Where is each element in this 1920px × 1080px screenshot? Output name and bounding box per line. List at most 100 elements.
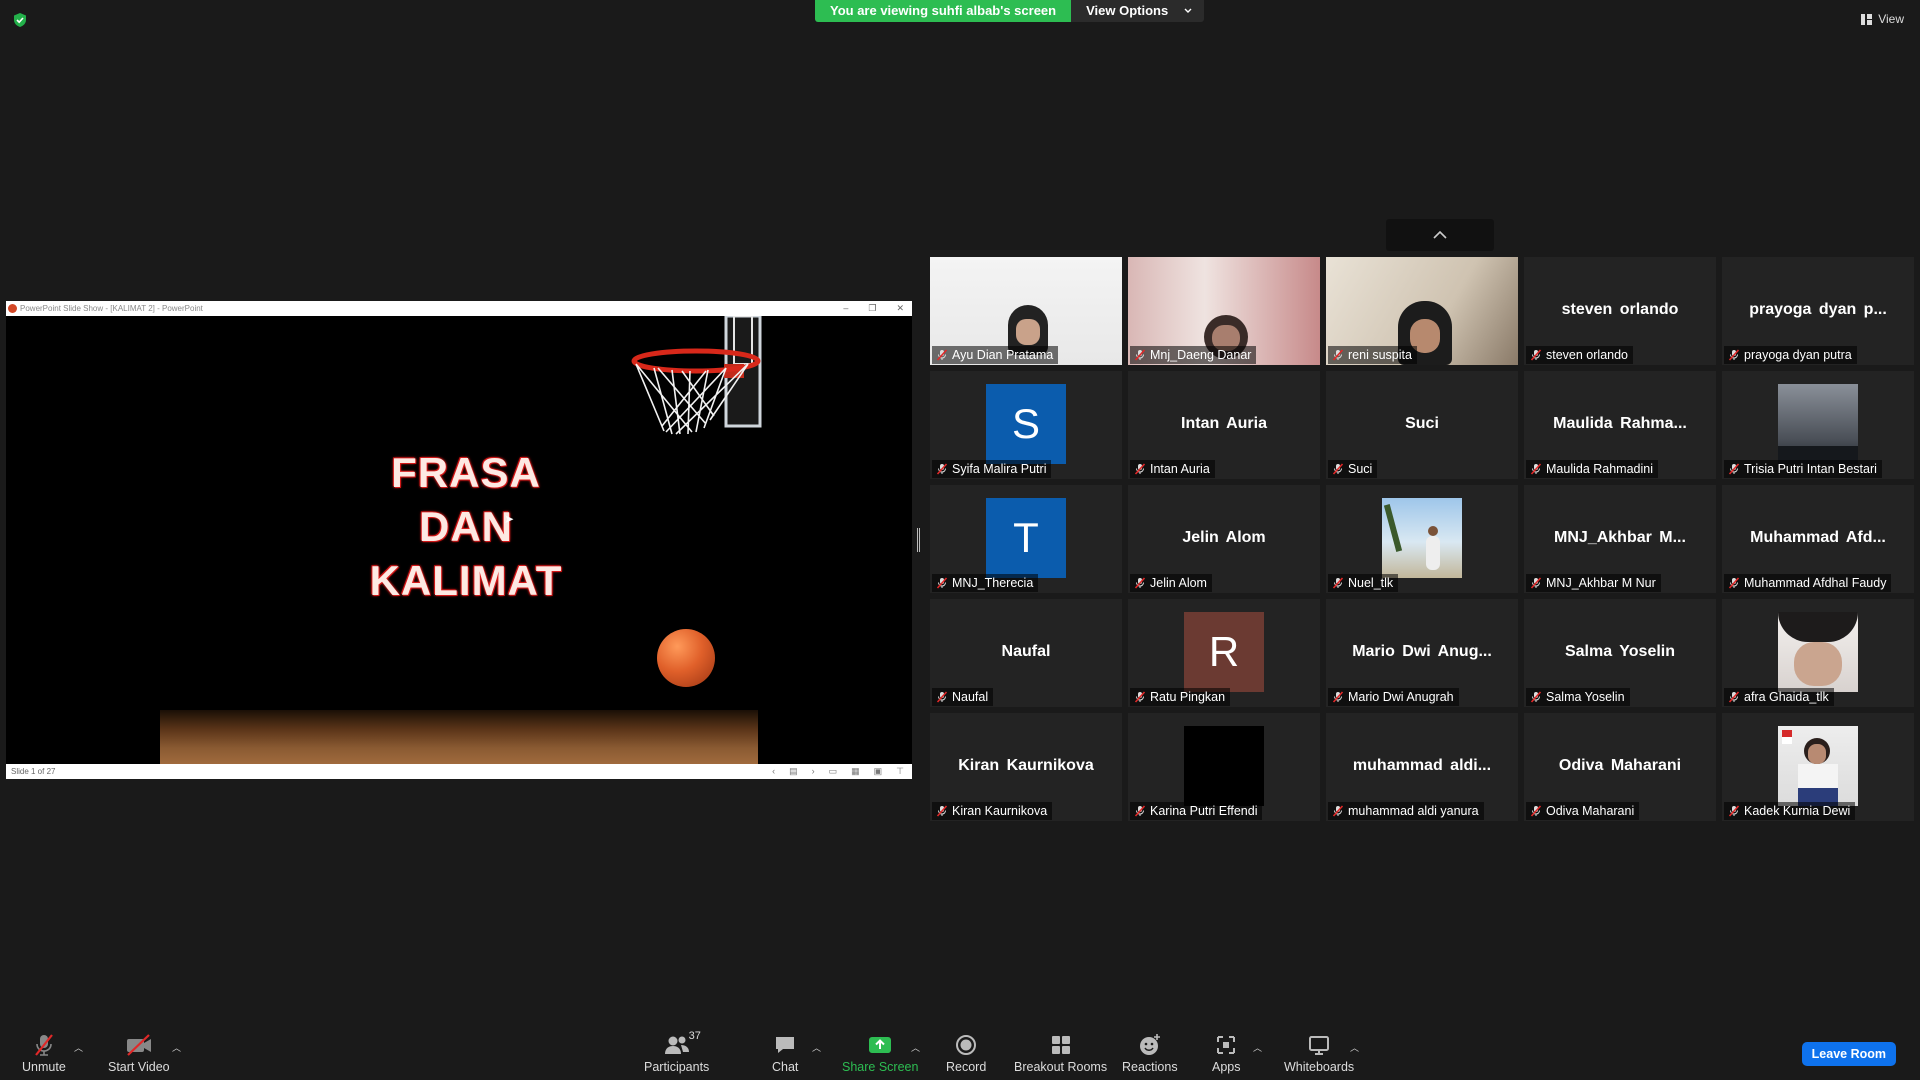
- whiteboards-options-caret-icon[interactable]: ︿: [1350, 1041, 1359, 1054]
- participants-label: Participants: [644, 1060, 710, 1074]
- chevron-up-icon: [1433, 231, 1447, 239]
- chat-options-caret-icon[interactable]: ︿: [812, 1041, 821, 1054]
- participant-tile[interactable]: reni suspita: [1326, 257, 1518, 365]
- participant-tile[interactable]: Mnj_Daeng Danar: [1128, 257, 1320, 365]
- participants-icon: [664, 1036, 689, 1054]
- participant-tile[interactable]: steven orlando steven orlando: [1524, 257, 1716, 365]
- unmute-button[interactable]: Unmute: [22, 1032, 66, 1074]
- shared-screen: PowerPoint Slide Show - [KALIMAT 2] - Po…: [6, 301, 912, 779]
- share-screen-button[interactable]: Share Screen: [842, 1032, 918, 1074]
- participant-name-label: Ayu Dian Pratama: [932, 346, 1059, 364]
- participant-tile[interactable]: Salma Yoselin Salma Yoselin: [1524, 599, 1716, 707]
- view-options-button[interactable]: View Options: [1071, 0, 1205, 22]
- participant-tile[interactable]: Ayu Dian Pratama: [930, 257, 1122, 365]
- slide-counter: Slide 1 of 27: [11, 767, 56, 776]
- participant-tile[interactable]: Naufal Naufal: [930, 599, 1122, 707]
- participant-tile[interactable]: afra Ghaida_tlk: [1722, 599, 1914, 707]
- participant-name: Odiva Maharani: [1546, 804, 1635, 818]
- profile-photo: [1778, 384, 1858, 464]
- apps-options-caret-icon[interactable]: ︿: [1253, 1041, 1262, 1054]
- mic-muted-icon: [1530, 463, 1542, 475]
- slide-title-line: KALIMAT: [369, 557, 563, 604]
- audio-options-caret-icon[interactable]: ︿: [74, 1041, 83, 1054]
- participant-display-name: MNJ_Akhbar M...: [1554, 529, 1686, 546]
- minimize-icon: –: [843, 303, 849, 313]
- meeting-toolbar: Unmute ︿ Start Video ︿ 37 Participants C…: [0, 1028, 1920, 1080]
- participant-display-name: Suci: [1405, 415, 1439, 432]
- participant-name: Intan Auria: [1150, 462, 1210, 476]
- powerpoint-titlebar: PowerPoint Slide Show - [KALIMAT 2] - Po…: [6, 301, 912, 316]
- mic-muted-icon: [1530, 349, 1542, 361]
- participant-tile[interactable]: Intan Auria Intan Auria: [1128, 371, 1320, 479]
- start-video-button[interactable]: Start Video: [108, 1032, 170, 1074]
- share-options-caret-icon[interactable]: ︿: [911, 1041, 920, 1054]
- next-slide-icon: ›: [811, 766, 815, 776]
- participant-name-label: Syifa Malira Putri: [932, 460, 1052, 478]
- participant-tile[interactable]: Kiran Kaurnikova Kiran Kaurnikova: [930, 713, 1122, 821]
- whiteboards-label: Whiteboards: [1284, 1060, 1355, 1074]
- chevron-down-icon: [1184, 8, 1192, 13]
- participant-name: MNJ_Therecia: [952, 576, 1034, 590]
- chat-label: Chat: [772, 1060, 799, 1074]
- participant-tile[interactable]: Suci Suci: [1326, 371, 1518, 479]
- shield-icon[interactable]: [12, 12, 28, 28]
- panel-splitter-handle[interactable]: [917, 528, 920, 552]
- participant-tile[interactable]: Odiva Maharani Odiva Maharani: [1524, 713, 1716, 821]
- participant-tile[interactable]: Muhammad Afd... Muhammad Afdhal Faudy: [1722, 485, 1914, 593]
- participant-name-label: MNJ_Akhbar M Nur: [1526, 574, 1661, 592]
- mic-muted-icon: [35, 1034, 53, 1056]
- participants-button[interactable]: 37 Participants: [644, 1030, 710, 1074]
- participant-name: Nuel_tlk: [1348, 576, 1394, 590]
- participant-name-label: Jelin Alom: [1130, 574, 1212, 592]
- participant-tile[interactable]: T MNJ_Therecia: [930, 485, 1122, 593]
- participant-tile[interactable]: R Ratu Pingkan: [1128, 599, 1320, 707]
- grid-view-icon: [1861, 13, 1873, 25]
- participant-name-label: Karina Putri Effendi: [1130, 802, 1263, 820]
- mic-muted-icon: [1332, 349, 1344, 361]
- gallery-page-up-button[interactable]: [1386, 219, 1494, 251]
- mic-muted-icon: [1530, 691, 1542, 703]
- participant-tile[interactable]: MNJ_Akhbar M... MNJ_Akhbar M Nur: [1524, 485, 1716, 593]
- powerpoint-statusbar: Slide 1 of 27 ‹ ▤ › ▭ ▦ ▣ ⊤: [6, 764, 912, 779]
- participant-tile[interactable]: Karina Putri Effendi: [1128, 713, 1320, 821]
- leave-room-button[interactable]: Leave Room: [1801, 1042, 1896, 1066]
- reactions-button[interactable]: Reactions: [1122, 1032, 1178, 1074]
- participant-tile[interactable]: S Syifa Malira Putri: [930, 371, 1122, 479]
- participant-tile[interactable]: Maulida Rahma... Maulida Rahmadini: [1524, 371, 1716, 479]
- participant-tile[interactable]: prayoga dyan p... prayoga dyan putra: [1722, 257, 1914, 365]
- participant-name-label: Ratu Pingkan: [1130, 688, 1231, 706]
- record-button[interactable]: Record: [946, 1032, 986, 1074]
- participant-tile[interactable]: Jelin Alom Jelin Alom: [1128, 485, 1320, 593]
- avatar: T: [986, 498, 1066, 578]
- participant-tile[interactable]: Kadek Kurnia Dewi: [1722, 713, 1914, 821]
- slide-title-line: FRASA: [391, 449, 541, 496]
- participant-name: Kiran Kaurnikova: [952, 804, 1048, 818]
- participant-name: Naufal: [952, 690, 989, 704]
- participant-display-name: Intan Auria: [1181, 415, 1267, 432]
- participant-gallery: Ayu Dian Pratama Mnj_Daeng Danar reni susp…: [930, 257, 1915, 822]
- mic-muted-icon: [1134, 691, 1146, 703]
- participant-tile[interactable]: Nuel_tlk: [1326, 485, 1518, 593]
- view-button[interactable]: View: [1861, 12, 1904, 26]
- chat-button[interactable]: Chat: [772, 1032, 798, 1074]
- participant-display-name: Muhammad Afd...: [1750, 529, 1886, 546]
- participant-tile[interactable]: muhammad aldi... muhammad aldi yanura: [1326, 713, 1518, 821]
- avatar: R: [1184, 612, 1264, 692]
- participant-name-label: muhammad aldi yanura: [1328, 802, 1484, 820]
- chat-icon: [776, 1037, 795, 1053]
- mic-muted-icon: [936, 349, 948, 361]
- record-icon: [956, 1035, 977, 1055]
- whiteboards-button[interactable]: Whiteboards: [1284, 1032, 1354, 1074]
- video-options-caret-icon[interactable]: ︿: [172, 1041, 181, 1054]
- slide-title-line: DAN: [419, 503, 513, 550]
- mic-muted-icon: [1332, 463, 1344, 475]
- participant-tile[interactable]: Mario Dwi Anug... Mario Dwi Anugrah: [1326, 599, 1518, 707]
- participant-name: MNJ_Akhbar M Nur: [1546, 576, 1656, 590]
- participant-display-name: Mario Dwi Anug...: [1352, 643, 1492, 660]
- video-off-icon: [126, 1034, 151, 1056]
- mic-muted-icon: [1332, 805, 1344, 817]
- apps-button[interactable]: Apps: [1212, 1032, 1241, 1074]
- breakout-rooms-button[interactable]: Breakout Rooms: [1014, 1032, 1107, 1074]
- participant-tile[interactable]: Trisia Putri Intan Bestari: [1722, 371, 1914, 479]
- share-screen-label: Share Screen: [842, 1060, 919, 1074]
